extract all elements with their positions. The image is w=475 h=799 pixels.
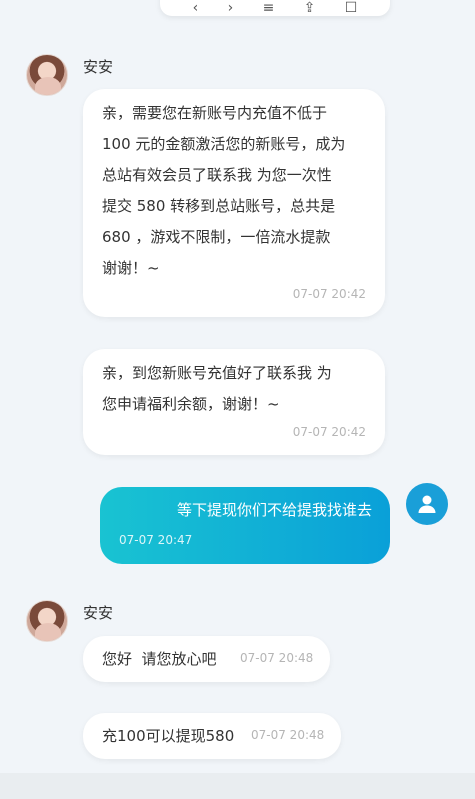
message-bubble: 您好 请您放心吧 07-07 20:48 xyxy=(83,636,330,682)
message-bubble: 充100可以提现580 07-07 20:48 xyxy=(83,713,341,759)
message-bubble: 亲，需要您在新账号内充值不低于 100 元的金额激活您的新账号，成为 总站有效会… xyxy=(83,89,385,317)
self-message-bubble: 等下提现你们不给提我找谁去 07-07 20:47 xyxy=(100,487,390,564)
agent-avatar xyxy=(26,54,68,96)
user-icon xyxy=(418,495,436,513)
browser-toolbar: ‹ › ≡ ⇪ ☐ xyxy=(160,0,390,16)
sender-name: 安安 xyxy=(83,604,114,622)
input-bar[interactable] xyxy=(0,773,475,799)
agent-avatar xyxy=(26,600,68,642)
forward-icon[interactable]: › xyxy=(228,0,234,15)
message-time: 07-07 20:42 xyxy=(292,425,366,439)
message-text: 亲，到您新账号充值好了联系我 为 您申请福利余额，谢谢！~ xyxy=(102,364,332,413)
user-avatar xyxy=(406,483,448,525)
message-time: 07-07 20:47 xyxy=(119,533,193,547)
message-text: 亲，需要您在新账号内充值不低于 100 元的金额激活您的新账号，成为 总站有效会… xyxy=(102,104,346,277)
share-icon[interactable]: ⇪ xyxy=(304,0,316,15)
message-text: 您好 请您放心吧 xyxy=(102,650,217,668)
message-bubble: 亲，到您新账号充值好了联系我 为 您申请福利余额，谢谢！~ 07-07 20:4… xyxy=(83,349,385,455)
menu-icon[interactable]: ≡ xyxy=(263,0,275,15)
message-text: 充100可以提现580 xyxy=(102,727,235,745)
back-icon[interactable]: ‹ xyxy=(193,0,199,15)
message-text: 等下提现你们不给提我找谁去 xyxy=(176,501,372,519)
message-time: 07-07 20:48 xyxy=(251,728,325,742)
message-time: 07-07 20:42 xyxy=(292,287,366,301)
message-time: 07-07 20:48 xyxy=(240,651,314,665)
copy-icon[interactable]: ☐ xyxy=(345,0,358,15)
sender-name: 安安 xyxy=(83,58,114,76)
